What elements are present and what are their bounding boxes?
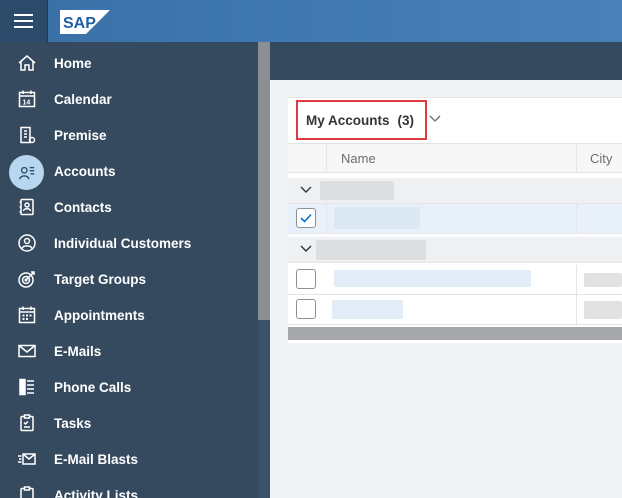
redacted-group-title <box>320 181 394 200</box>
contacts-icon <box>15 195 39 219</box>
redacted-account-name <box>334 270 531 287</box>
sidebar-item-label: E-Mail Blasts <box>54 451 139 467</box>
group-header-row[interactable] <box>288 178 622 204</box>
sidebar-item-label: E-Mails <box>54 343 102 359</box>
sidebar-item-label: Home <box>54 55 92 71</box>
view-title: My Accounts <box>306 112 390 128</box>
column-header-name[interactable]: Name <box>326 143 576 173</box>
sidebar-item-label: Calendar <box>54 91 112 107</box>
group-header-row[interactable] <box>288 237 622 263</box>
phone-list-icon <box>15 375 39 399</box>
sidebar-item-contacts[interactable]: Contacts <box>0 189 258 225</box>
row-checkbox[interactable] <box>296 269 316 289</box>
sidebar-item-activity-lists[interactable]: Activity Lists <box>0 477 258 498</box>
clipboard-icon <box>15 411 39 435</box>
sidebar-item-appointments[interactable]: Appointments <box>0 297 258 333</box>
view-selector[interactable]: My Accounts (3) <box>296 100 427 140</box>
hamburger-icon-line <box>14 20 33 22</box>
person-circle-icon <box>15 231 39 255</box>
redacted-group-title <box>316 240 426 260</box>
column-divider <box>326 204 327 234</box>
sidebar-item-label: Target Groups <box>54 271 147 287</box>
select-column-header <box>288 143 326 173</box>
target-icon <box>15 267 39 291</box>
redacted-account-name <box>334 207 420 229</box>
activity-list-icon <box>15 483 39 498</box>
email-blast-icon <box>15 447 39 471</box>
chevron-down-icon[interactable] <box>300 244 312 254</box>
sidebar-item-individual-customers[interactable]: Individual Customers <box>0 225 258 261</box>
column-divider <box>576 204 577 234</box>
sidebar-item-label: Premise <box>54 127 107 143</box>
appointment-icon <box>15 303 39 327</box>
sidebar-item-emails[interactable]: E-Mails <box>0 333 258 369</box>
chevron-down-icon[interactable] <box>428 113 442 125</box>
envelope-icon <box>15 339 39 363</box>
sidebar-item-label: Tasks <box>54 415 92 431</box>
sidebar-item-label: Accounts <box>54 163 116 179</box>
sidebar-item-phone-calls[interactable]: Phone Calls <box>0 369 258 405</box>
sidebar-item-label: Phone Calls <box>54 379 132 395</box>
content-header-bar <box>270 42 622 80</box>
sidebar-item-email-blasts[interactable]: E-Mail Blasts <box>0 441 258 477</box>
row-checkbox[interactable] <box>296 299 316 319</box>
table-horizontal-scrollbar[interactable] <box>288 327 622 340</box>
sap-logo[interactable]: SAP <box>60 10 110 34</box>
sidebar-scrollbar-thumb[interactable] <box>258 42 270 320</box>
checkmark-icon <box>300 213 312 223</box>
sidebar-item-label: Appointments <box>54 307 145 323</box>
accounts-icon <box>9 155 44 190</box>
sidebar-item-label: Contacts <box>54 199 112 215</box>
sidebar-item-label: Individual Customers <box>54 235 192 251</box>
hamburger-icon-line <box>14 26 33 28</box>
table-row[interactable] <box>288 204 622 234</box>
sidebar-item-label: Activity Lists <box>54 487 139 498</box>
column-header-label: Name <box>341 151 376 166</box>
sidebar-item-premise[interactable]: Premise <box>0 117 258 153</box>
column-header-label: City <box>590 151 613 166</box>
sidebar-item-home[interactable]: Home <box>0 45 258 81</box>
building-icon <box>15 123 39 147</box>
redacted-account-name <box>332 300 403 319</box>
sidebar-item-tasks[interactable]: Tasks <box>0 405 258 441</box>
redacted-city <box>584 273 622 287</box>
column-divider <box>576 265 577 325</box>
redacted-city <box>584 301 622 319</box>
table-row[interactable] <box>288 295 622 325</box>
sap-logo-text: SAP <box>63 15 96 32</box>
home-icon <box>15 51 39 75</box>
table-row[interactable] <box>288 265 622 295</box>
hamburger-icon-line <box>14 14 33 16</box>
chevron-down-icon[interactable] <box>300 185 312 195</box>
calendar-icon: 14 <box>15 87 39 111</box>
sidebar-item-target-groups[interactable]: Target Groups <box>0 261 258 297</box>
view-count: (3) <box>397 112 415 128</box>
sidebar-item-accounts[interactable]: Accounts <box>0 153 258 190</box>
svg-text:14: 14 <box>23 100 31 107</box>
hamburger-menu-button[interactable] <box>0 0 48 42</box>
row-checkbox[interactable] <box>296 208 316 228</box>
sidebar-item-calendar[interactable]: 14 Calendar <box>0 81 258 117</box>
column-header-city[interactable]: City <box>576 143 622 173</box>
